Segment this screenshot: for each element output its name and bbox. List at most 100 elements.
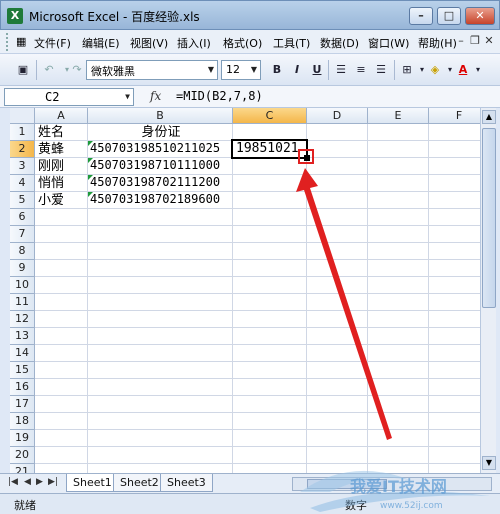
tab-sheet1[interactable]: Sheet1 — [66, 474, 119, 492]
menu-tools[interactable]: 工具(T) — [273, 35, 310, 51]
row-header[interactable]: 21 — [10, 464, 35, 473]
cell-a5[interactable]: 小爱 — [36, 192, 87, 209]
font-color-dropdown-icon[interactable]: ▾ — [469, 61, 487, 79]
row-header[interactable]: 13 — [10, 328, 35, 345]
row-header[interactable]: 20 — [10, 447, 35, 464]
cell-a2[interactable]: 黄蜂 — [36, 141, 87, 158]
cell-c2-value: 19851021 — [236, 141, 299, 156]
cell-b3[interactable]: 450703198710111000 — [88, 158, 232, 175]
horizontal-scrollbar[interactable] — [292, 477, 492, 491]
column-header-f[interactable]: F — [429, 108, 480, 124]
doc-minimize-icon[interactable]: – — [454, 34, 468, 47]
row-header[interactable]: 9 — [10, 260, 35, 277]
selected-cell-c2[interactable]: 19851021 — [231, 139, 308, 159]
column-header-b[interactable]: B — [88, 108, 233, 124]
status-bar: 就绪 数字 — [0, 493, 500, 514]
gridline — [35, 293, 480, 294]
gridline — [306, 124, 307, 473]
worksheet-grid[interactable]: A B C D E F 1 2 3 4 5 6 7 8 9 10 11 12 1… — [10, 108, 480, 473]
row-header[interactable]: 18 — [10, 413, 35, 430]
font-size-select[interactable]: 12 ▼ — [221, 60, 261, 80]
tab-sheet2[interactable]: Sheet2 — [113, 474, 166, 492]
redo-icon[interactable]: ↷ — [68, 61, 86, 79]
bold-button[interactable]: B — [268, 61, 286, 79]
column-header-d[interactable]: D — [307, 108, 368, 124]
doc-close-icon[interactable]: ✕ — [482, 34, 496, 47]
undo-icon[interactable]: ↶ — [40, 61, 58, 79]
row-header[interactable]: 14 — [10, 345, 35, 362]
font-size-value: 12 — [226, 63, 240, 76]
gridline — [35, 361, 480, 362]
cell-b4[interactable]: 450703198702111200 — [88, 175, 232, 192]
row-header[interactable]: 11 — [10, 294, 35, 311]
menu-file[interactable]: 文件(F) — [34, 35, 71, 51]
gridline — [35, 344, 480, 345]
menu-view[interactable]: 视图(V) — [130, 35, 168, 51]
scroll-up-icon[interactable]: ▲ — [482, 110, 496, 124]
select-all-corner[interactable] — [10, 108, 35, 124]
insert-function-icon[interactable]: fx — [150, 89, 161, 103]
name-box[interactable]: C2 ▼ — [4, 88, 134, 106]
column-header-c[interactable]: C — [233, 108, 307, 124]
menu-data[interactable]: 数据(D) — [320, 35, 359, 51]
row-header[interactable]: 12 — [10, 311, 35, 328]
menu-format[interactable]: 格式(O) — [223, 35, 262, 51]
row-header[interactable]: 5 — [10, 192, 35, 209]
menu-edit[interactable]: 编辑(E) — [82, 35, 120, 51]
next-sheet-icon[interactable]: ▶ — [36, 477, 43, 487]
name-box-value: C2 — [45, 90, 60, 104]
minimize-button[interactable]: – — [409, 7, 433, 25]
row-header[interactable]: 10 — [10, 277, 35, 294]
row-header[interactable]: 1 — [10, 124, 35, 141]
italic-button[interactable]: I — [288, 61, 306, 79]
doc-restore-icon[interactable]: ❐ — [468, 34, 482, 47]
tab-sheet3[interactable]: Sheet3 — [160, 474, 213, 492]
cell-b2[interactable]: 450703198510211025 — [88, 141, 232, 158]
toolbar-separator — [36, 60, 37, 80]
row-header[interactable]: 3 — [10, 158, 35, 175]
formula-input[interactable]: =MID(B2,7,8) — [176, 89, 263, 103]
maximize-button[interactable]: □ — [437, 7, 461, 25]
font-name-select[interactable]: 微软雅黑 ▼ — [86, 60, 218, 80]
close-button[interactable]: ✕ — [465, 7, 495, 25]
prev-sheet-icon[interactable]: ◀ — [24, 477, 31, 487]
row-header[interactable]: 4 — [10, 175, 35, 192]
align-left-icon[interactable]: ☰ — [332, 61, 350, 79]
cell-b5[interactable]: 450703198702189600 — [88, 192, 232, 209]
column-header-a[interactable]: A — [35, 108, 88, 124]
toolbar-separator — [328, 60, 329, 80]
gridline — [35, 276, 480, 277]
chevron-down-icon[interactable]: ▼ — [251, 65, 257, 74]
last-sheet-icon[interactable]: ▶| — [48, 477, 58, 487]
row-header[interactable]: 16 — [10, 379, 35, 396]
align-right-icon[interactable]: ☰ — [372, 61, 390, 79]
vertical-scroll-thumb[interactable] — [482, 128, 496, 308]
row-header[interactable]: 17 — [10, 396, 35, 413]
horizontal-scroll-thumb[interactable] — [307, 479, 387, 489]
cell-a4[interactable]: 悄悄 — [36, 175, 87, 192]
cell-a3[interactable]: 刚刚 — [36, 158, 87, 175]
scroll-down-icon[interactable]: ▼ — [482, 456, 496, 470]
cell-a1[interactable]: 姓名 — [36, 124, 87, 141]
excel-app-icon[interactable]: X — [7, 8, 23, 24]
fill-handle-highlight — [298, 149, 314, 164]
row-header[interactable]: 6 — [10, 209, 35, 226]
column-header-e[interactable]: E — [368, 108, 429, 124]
chevron-down-icon[interactable]: ▼ — [208, 65, 214, 74]
row-header[interactable]: 2 — [10, 141, 35, 158]
menu-excel-icon[interactable]: ▦ — [16, 35, 26, 48]
row-header[interactable]: 19 — [10, 430, 35, 447]
first-sheet-icon[interactable]: |◀ — [8, 477, 18, 487]
cell-b1[interactable]: 身份证 — [88, 124, 232, 141]
row-header[interactable]: 8 — [10, 243, 35, 260]
underline-button[interactable]: U — [308, 61, 326, 79]
save-icon[interactable]: ▣ — [14, 61, 32, 79]
row-header[interactable]: 15 — [10, 362, 35, 379]
menu-help[interactable]: 帮助(H) — [418, 35, 457, 51]
menu-window[interactable]: 窗口(W) — [368, 35, 409, 51]
menu-insert[interactable]: 插入(I) — [177, 35, 211, 51]
row-header[interactable]: 7 — [10, 226, 35, 243]
align-center-icon[interactable]: ≡ — [352, 61, 370, 79]
vertical-scrollbar[interactable]: ▲ ▼ — [480, 108, 496, 473]
chevron-down-icon[interactable]: ▼ — [125, 92, 130, 101]
